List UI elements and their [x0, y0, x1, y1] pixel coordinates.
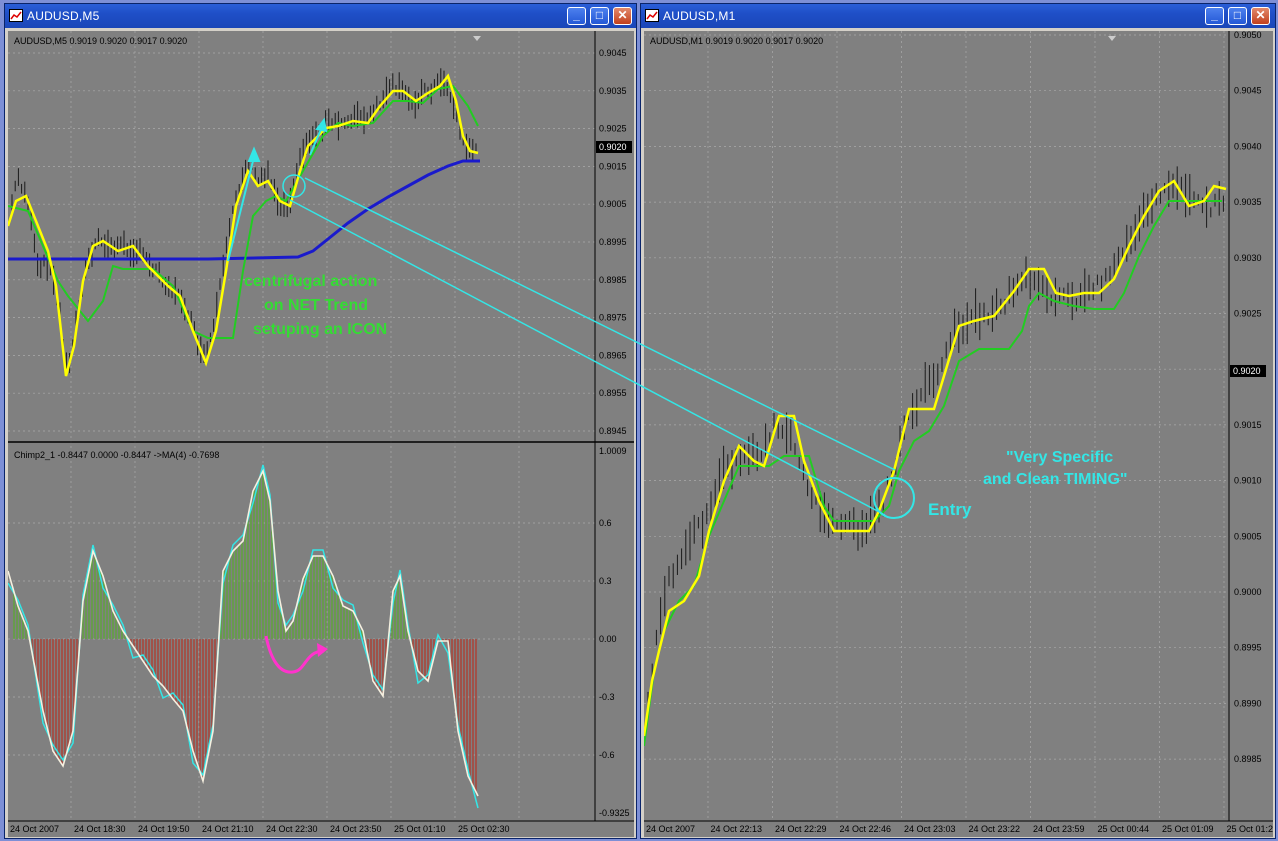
chart-window-m1[interactable]: AUDUSD,M1 _ □ ✕ AUDUSD,M1 0.9019 0.9020 … — [640, 3, 1276, 839]
price-tick-label: 0.9030 — [1234, 253, 1262, 263]
price-tick-label: 0.9000 — [1234, 587, 1262, 597]
time-tick-label: 24 Oct 22:29 — [775, 824, 827, 834]
price-tick-label: 0.9035 — [1234, 197, 1262, 207]
chart-area-m1[interactable]: AUDUSD,M1 0.9019 0.9020 0.9017 0.9020 0.… — [644, 31, 1273, 837]
price-chart-svg-m1: AUDUSD,M1 0.9019 0.9020 0.9017 0.9020 0.… — [644, 31, 1273, 837]
chart-area-m5[interactable]: AUDUSD,M5 0.9019 0.9020 0.9017 0.9020 Ch… — [8, 31, 634, 837]
indicator-tick-label: 1.0009 — [599, 446, 627, 456]
price-tick-label: 0.8985 — [599, 275, 627, 285]
indicator-tick-label: -0.3 — [599, 692, 615, 702]
price-tick-label: 0.9050 — [1234, 31, 1262, 40]
current-price: 0.9020 — [1233, 366, 1261, 376]
indicator-tick-label: 0.00 — [599, 634, 617, 644]
time-tick-label: 24 Oct 23:22 — [969, 824, 1021, 834]
price-tick-label: 0.8995 — [599, 237, 627, 247]
price-tick-label: 0.9015 — [599, 161, 627, 171]
time-tick-label: 25 Oct 00:44 — [1098, 824, 1150, 834]
price-chart-svg-m5: AUDUSD,M5 0.9019 0.9020 0.9017 0.9020 Ch… — [8, 31, 634, 837]
time-tick-label: 24 Oct 2007 — [10, 824, 59, 834]
indicator-tick-label: -0.6 — [599, 750, 615, 760]
price-tick-label: 0.8965 — [599, 350, 627, 360]
annotation-line-2: on NET Trend — [264, 297, 368, 314]
time-tick-label: 25 Oct 02:30 — [458, 824, 510, 834]
price-tick-label: 0.9010 — [1234, 476, 1262, 486]
title-bar-m1[interactable]: AUDUSD,M1 _ □ ✕ — [641, 4, 1275, 28]
current-price: 0.9020 — [599, 142, 627, 152]
maximize-button[interactable]: □ — [1228, 7, 1247, 25]
maximize-button[interactable]: □ — [590, 7, 609, 25]
time-tick-label: 25 Oct 01:09 — [1162, 824, 1214, 834]
annotation-line-1: centrifugal action — [244, 273, 377, 290]
title-bar-m5[interactable]: AUDUSD,M5 _ □ ✕ — [5, 4, 636, 28]
time-tick-label: 25 Oct 01:2 — [1227, 824, 1274, 834]
close-button[interactable]: ✕ — [1251, 7, 1270, 25]
price-tick-label: 0.8955 — [599, 388, 627, 398]
time-tick-label: 24 Oct 22:13 — [711, 824, 763, 834]
time-tick-label: 24 Oct 18:30 — [74, 824, 126, 834]
quote-line-1: "Very Specific — [1006, 449, 1113, 466]
annotation-line-3: setuping an ICON — [253, 321, 387, 338]
chart-window-m5[interactable]: AUDUSD,M5 _ □ ✕ AUDUSD,M5 0.9019 0.9020 … — [4, 3, 637, 839]
price-tick-label: 0.9045 — [1234, 86, 1262, 96]
price-tick-label: 0.9015 — [1234, 420, 1262, 430]
indicator-tick-label: 0.3 — [599, 576, 612, 586]
time-tick-label: 24 Oct 22:46 — [840, 824, 892, 834]
close-button[interactable]: ✕ — [613, 7, 632, 25]
price-tick-label: 0.9025 — [599, 124, 627, 134]
time-tick-label: 24 Oct 19:50 — [138, 824, 190, 834]
chart-icon — [9, 9, 23, 22]
price-tick-label: 0.8945 — [599, 426, 627, 436]
price-tick-label: 0.8985 — [1234, 754, 1262, 764]
time-tick-label: 24 Oct 23:59 — [1033, 824, 1085, 834]
price-tick-label: 0.8975 — [599, 313, 627, 323]
minimize-button[interactable]: _ — [1205, 7, 1224, 25]
indicator-info: Chimp2_1 -0.8447 0.0000 -0.8447 ->MA(4) … — [14, 450, 219, 460]
entry-label: Entry — [928, 500, 972, 519]
window-title: AUDUSD,M1 — [663, 9, 736, 23]
chart-icon — [645, 9, 659, 22]
price-tick-label: 0.8990 — [1234, 698, 1262, 708]
symbol-info: AUDUSD,M5 0.9019 0.9020 0.9017 0.9020 — [14, 36, 187, 46]
minimize-button[interactable]: _ — [567, 7, 586, 25]
window-title: AUDUSD,M5 — [27, 9, 100, 23]
price-tick-label: 0.9045 — [599, 48, 627, 58]
time-tick-label: 24 Oct 23:03 — [904, 824, 956, 834]
time-tick-label: 24 Oct 21:10 — [202, 824, 254, 834]
symbol-info: AUDUSD,M1 0.9019 0.9020 0.9017 0.9020 — [650, 36, 823, 46]
price-tick-label: 0.9025 — [1234, 309, 1262, 319]
time-tick-label: 24 Oct 23:50 — [330, 824, 382, 834]
indicator-tick-label: -0.9325 — [599, 808, 630, 818]
price-tick-label: 0.9005 — [1234, 531, 1262, 541]
indicator-tick-label: 0.6 — [599, 518, 612, 528]
price-tick-label: 0.9035 — [599, 86, 627, 96]
quote-line-2: and Clean TIMING" — [983, 471, 1127, 488]
annotation-text: centrifugal action on NET Trend setuping… — [244, 273, 387, 338]
time-tick-label: 24 Oct 22:30 — [266, 824, 318, 834]
time-tick-label: 25 Oct 01:10 — [394, 824, 446, 834]
time-tick-label: 24 Oct 2007 — [646, 824, 695, 834]
price-tick-label: 0.9005 — [599, 199, 627, 209]
price-tick-label: 0.8995 — [1234, 643, 1262, 653]
price-tick-label: 0.9040 — [1234, 141, 1262, 151]
